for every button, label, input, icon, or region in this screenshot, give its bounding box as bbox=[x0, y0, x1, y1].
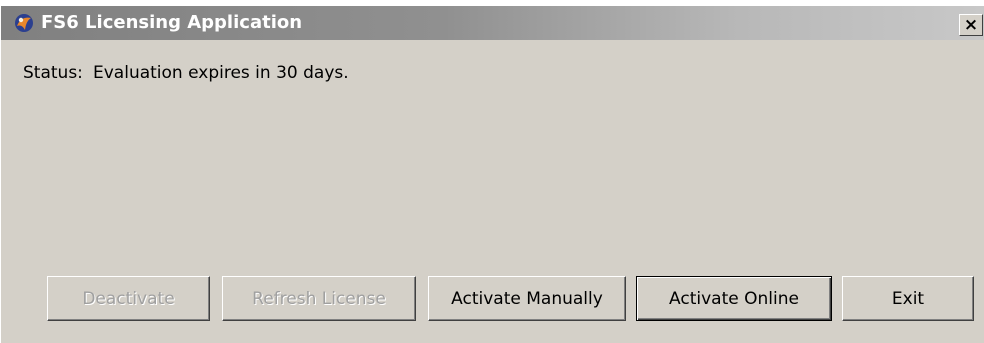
licensing-window: FS6 Licensing Application × Status: Evalu… bbox=[0, 6, 984, 343]
exit-button[interactable]: Exit bbox=[842, 276, 974, 321]
fs6-app-icon bbox=[15, 14, 33, 32]
status-label: Status: bbox=[23, 63, 83, 83]
refresh-license-button[interactable]: Refresh License bbox=[222, 276, 416, 321]
activate-manually-button[interactable]: Activate Manually bbox=[428, 276, 626, 321]
status-row: Status: Evaluation expires in 30 days. bbox=[23, 63, 349, 83]
close-button[interactable]: × bbox=[959, 14, 983, 36]
status-value: Evaluation expires in 30 days. bbox=[93, 63, 349, 83]
activate-online-button[interactable]: Activate Online bbox=[636, 276, 832, 321]
title-bar[interactable]: FS6 Licensing Application × bbox=[1, 6, 984, 40]
window-title: FS6 Licensing Application bbox=[41, 12, 303, 33]
deactivate-button[interactable]: Deactivate bbox=[47, 276, 210, 321]
